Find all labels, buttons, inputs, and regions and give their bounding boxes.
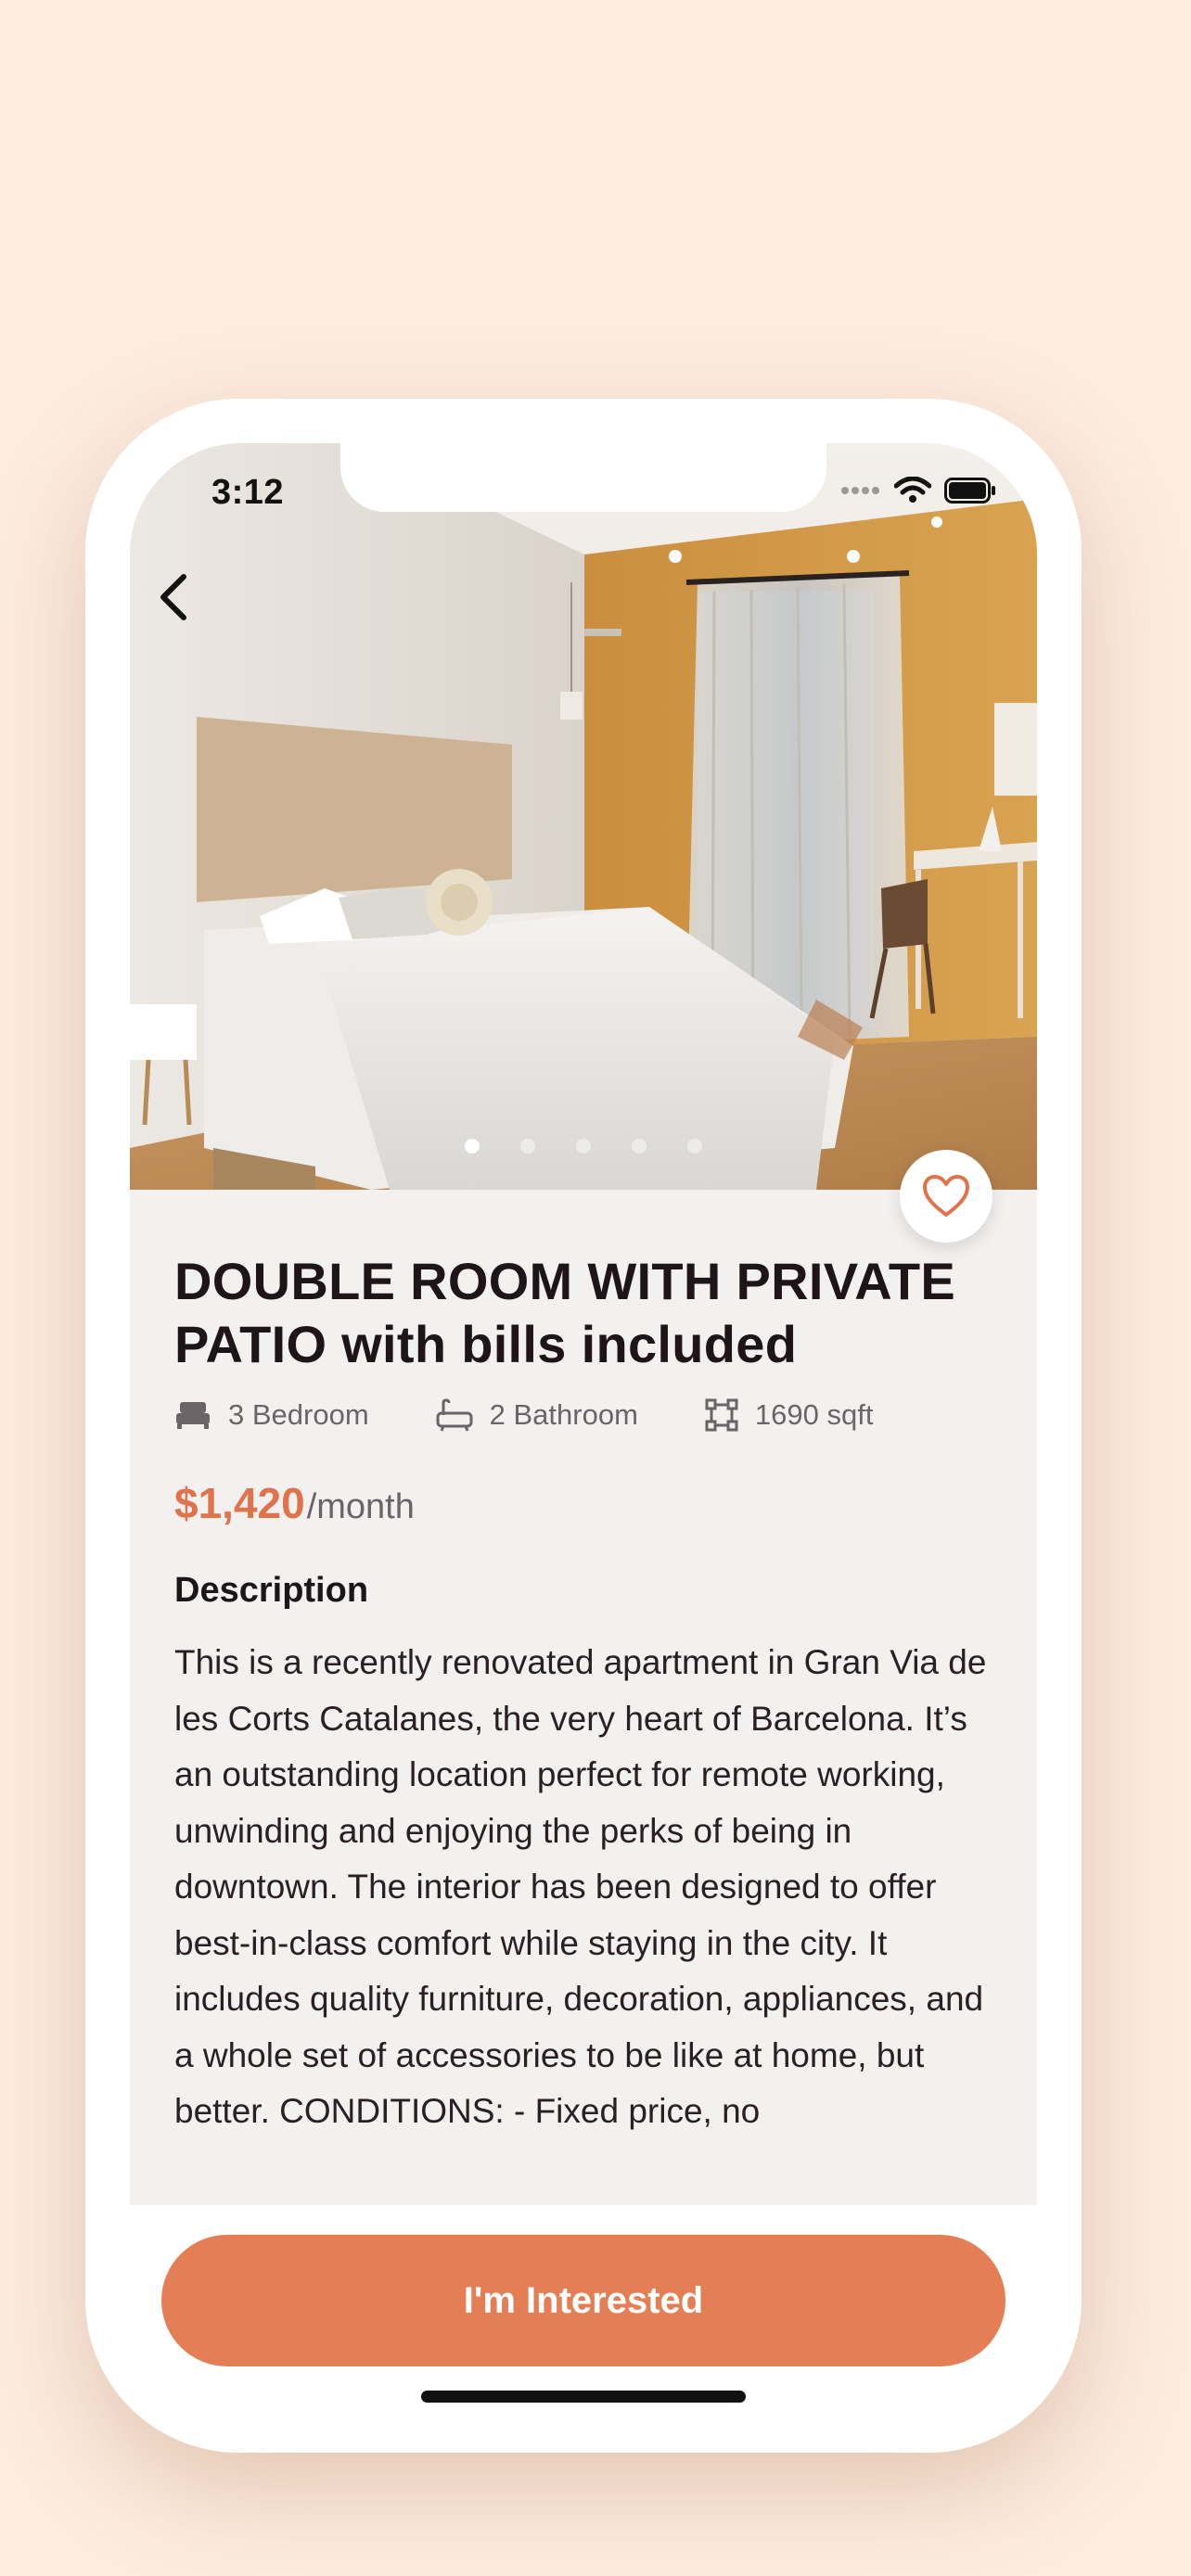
gallery-dot[interactable] <box>687 1139 702 1154</box>
gallery-dot[interactable] <box>632 1139 647 1154</box>
description-heading: Description <box>174 1571 369 1610</box>
bedroom-photo <box>130 443 1037 1190</box>
heart-icon <box>923 1175 969 1217</box>
gallery-dot[interactable] <box>576 1139 591 1154</box>
chevron-left-icon <box>160 574 186 620</box>
gallery-dot[interactable] <box>520 1139 535 1154</box>
listing-photo[interactable] <box>130 443 1037 1190</box>
feature-label: 3 Bedroom <box>228 1398 369 1431</box>
status-icons <box>840 477 996 504</box>
feature-row: 3 Bedroom 2 Bathroom 1690 sqft <box>174 1393 1009 1437</box>
status-time: 3:12 <box>211 473 285 512</box>
phone-frame: 3:12 DOUBLE ROOM WITH PRIVATE PATIO with… <box>85 399 1082 2453</box>
battery-icon <box>944 478 995 504</box>
listing-details: DOUBLE ROOM WITH PRIVATE PATIO with bill… <box>174 1250 1009 2187</box>
description-text: This is a recently renovated apartment i… <box>174 1643 987 2130</box>
feature-bathrooms: 2 Bathroom <box>436 1398 638 1432</box>
price-row: $1,420 /month <box>174 1478 1009 1528</box>
favorite-button[interactable] <box>900 1150 992 1243</box>
area-icon <box>705 1398 738 1432</box>
interested-button[interactable]: I'm Interested <box>161 2235 1005 2366</box>
home-indicator <box>421 2391 746 2403</box>
price-period: /month <box>306 1487 415 1526</box>
screen: 3:12 DOUBLE ROOM WITH PRIVATE PATIO with… <box>130 443 1037 2205</box>
back-button[interactable] <box>143 564 210 631</box>
bed-icon <box>176 1402 210 1429</box>
feature-label: 1690 sqft <box>754 1398 874 1431</box>
feature-bedrooms: 3 Bedroom <box>174 1398 369 1432</box>
wifi-icon <box>894 477 931 503</box>
gallery-pagination <box>130 1139 1037 1154</box>
notch <box>340 443 826 512</box>
gallery-dot[interactable] <box>465 1139 480 1154</box>
bathtub-icon <box>436 1398 473 1432</box>
cellular-signal-icon <box>841 487 879 494</box>
feature-label: 2 Bathroom <box>489 1398 638 1431</box>
listing-title: DOUBLE ROOM WITH PRIVATE PATIO with bill… <box>174 1252 955 1373</box>
price: $1,420 <box>174 1479 305 1527</box>
feature-area: 1690 sqft <box>705 1398 874 1432</box>
